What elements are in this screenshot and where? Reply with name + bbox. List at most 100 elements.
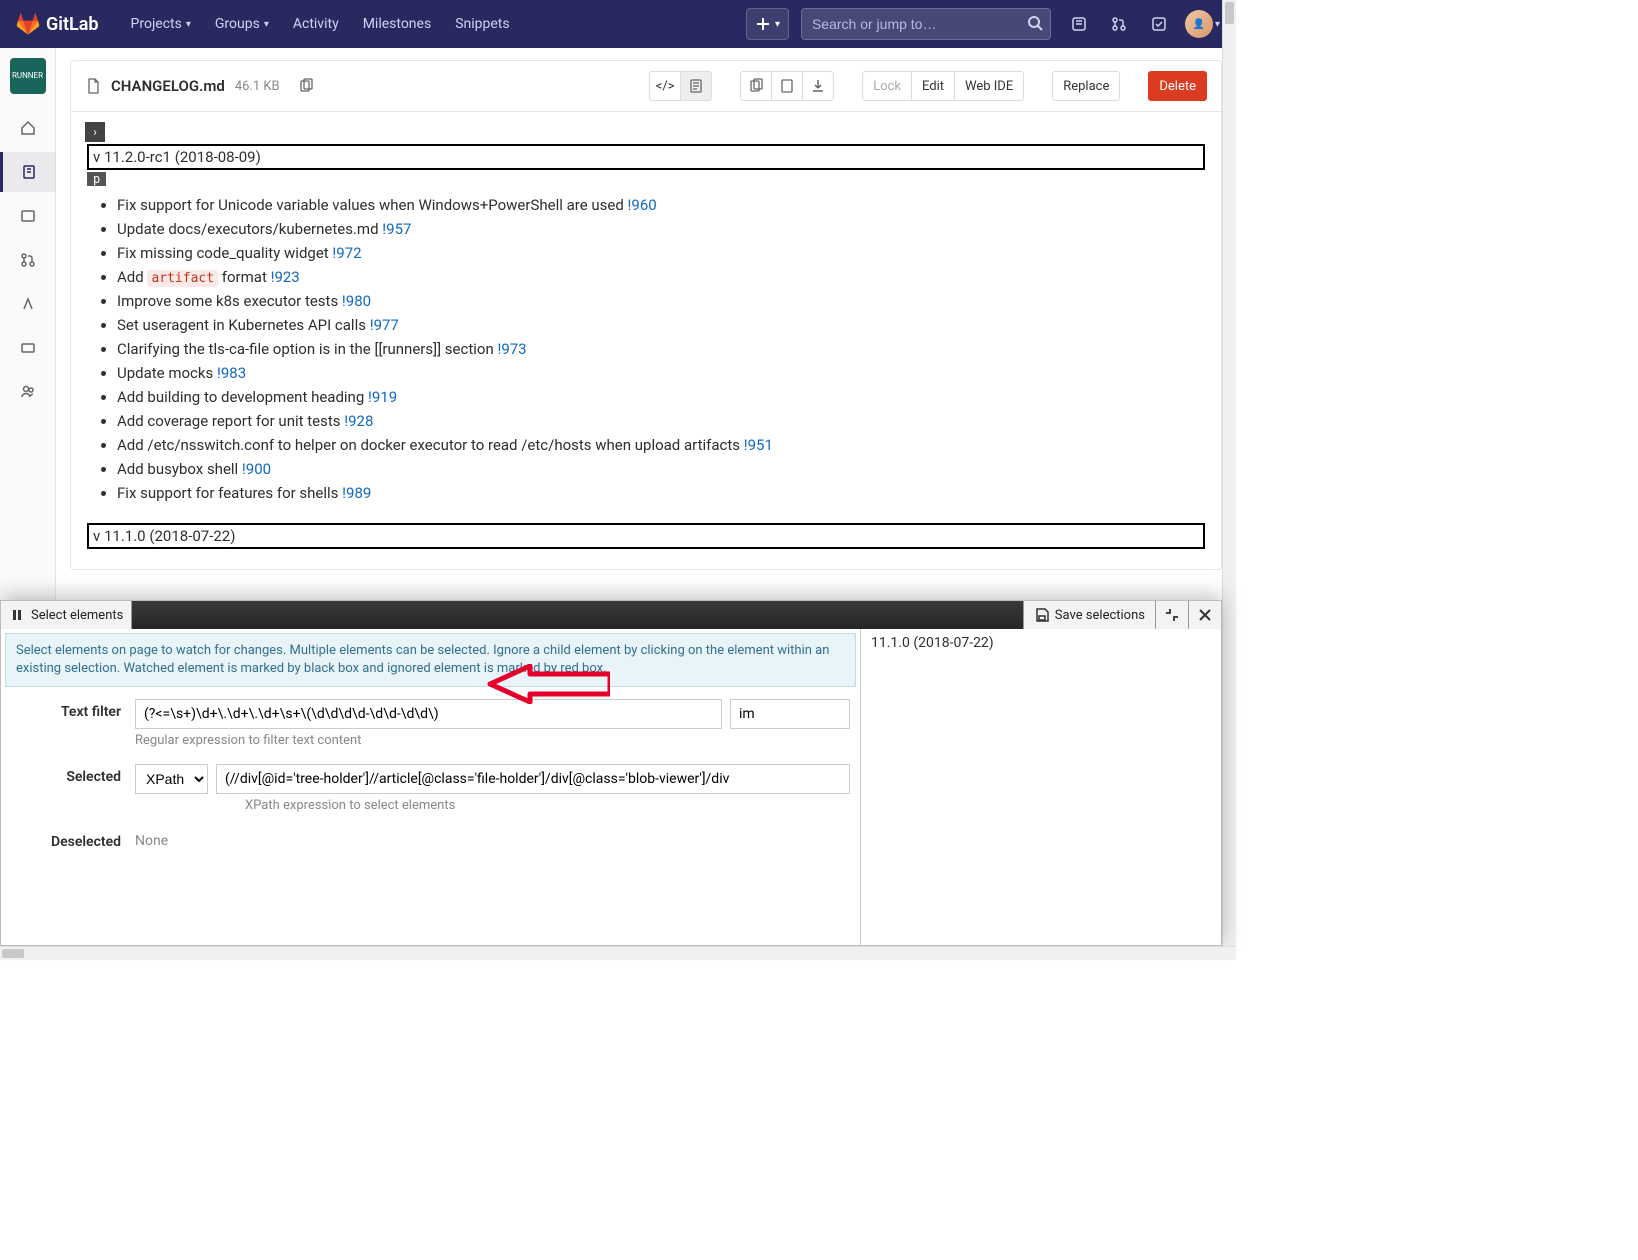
file-size: 46.1 KB [235,79,280,94]
download-button[interactable] [802,71,834,101]
preview-text: 11.1.0 (2018-07-22) [871,635,1211,651]
global-search[interactable] [801,8,1051,40]
horizontal-scrollbar[interactable] [0,946,1236,960]
text-filter-input[interactable] [135,699,722,729]
sidebar-item-repository[interactable] [0,152,56,192]
selector-value-input[interactable] [216,764,850,794]
main-content: CHANGELOG.md 46.1 KB </> Lock Edit Web I… [56,48,1236,600]
file-icon [85,78,101,94]
user-avatar[interactable]: 👤 [1185,10,1213,38]
top-navbar: GitLab Projects▾ Groups▾ Activity Milest… [0,0,1236,48]
select-elements-tab[interactable]: Select elements [1,601,132,629]
mr-link[interactable]: !900 [242,460,271,478]
nav-snippets[interactable]: Snippets [443,0,521,48]
text-filter-hint: Regular expression to filter text conten… [135,733,850,748]
search-icon [1027,15,1043,35]
changelog-item: Fix missing code_quality widget !972 [117,241,1205,265]
p-tag-badge: p [87,172,106,186]
gitlab-logo[interactable]: GitLab [16,12,99,36]
mr-link[interactable]: !928 [344,412,373,430]
nav-milestones[interactable]: Milestones [351,0,444,48]
lock-button[interactable]: Lock [862,71,912,101]
file-name: CHANGELOG.md [111,77,225,95]
project-avatar[interactable]: RUNNER [10,58,46,94]
view-mode-group: </> [649,71,712,101]
delete-button[interactable]: Delete [1148,71,1207,101]
sidebar-item-merge-requests[interactable] [0,240,56,280]
new-dropdown[interactable]: ▾ [746,8,789,40]
rendered-view-button[interactable] [680,71,712,101]
issues-icon[interactable] [1061,6,1097,42]
save-selections-button[interactable]: Save selections [1023,601,1155,629]
pause-icon [9,607,25,623]
sidebar-item-issues[interactable] [0,196,56,236]
chevron-right-icon: › [85,122,105,142]
brand-name: GitLab [46,14,99,35]
plus-icon [755,16,771,32]
nav-projects[interactable]: Projects▾ [119,0,203,48]
chevron-down-icon: ▾ [775,19,780,30]
changelog-list: Fix support for Unicode variable values … [117,193,1205,505]
source-view-button[interactable]: </> [649,71,681,101]
save-icon [1034,607,1050,623]
mr-link[interactable]: !960 [628,196,657,214]
file-action-group [740,71,834,101]
element-selector-panel: Select elements Save selections Select e… [0,600,1222,946]
selector-form: Select elements on page to watch for cha… [1,629,861,945]
todo-icon[interactable] [1141,6,1177,42]
help-text: Select elements on page to watch for cha… [5,633,856,687]
close-icon [1197,607,1213,623]
webide-button[interactable]: Web IDE [954,71,1024,101]
chevron-down-icon: ▾ [1215,19,1220,30]
mr-link[interactable]: !972 [332,244,361,262]
text-filter-label: Text filter [11,699,121,720]
minimize-button[interactable] [1155,601,1188,629]
chevron-down-icon: ▾ [264,19,269,30]
changelog-item: Add busybox shell !900 [117,457,1205,481]
copy-path-button[interactable] [290,71,322,101]
changelog-heading: v 11.1.0 (2018-07-22) [87,523,1205,549]
text-filter-flags-input[interactable] [730,699,850,729]
nav-groups[interactable]: Groups▾ [203,0,281,48]
mr-link[interactable]: !989 [342,484,371,502]
merge-request-icon[interactable] [1101,6,1137,42]
changelog-item: Set useragent in Kubernetes API calls !9… [117,313,1205,337]
changelog-item: Fix support for Unicode variable values … [117,193,1205,217]
replace-button[interactable]: Replace [1052,71,1120,101]
changelog-item: Add artifact format !923 [117,265,1205,289]
search-input[interactable] [801,8,1051,40]
mr-link[interactable]: !977 [370,316,399,334]
selected-label: Selected [11,764,121,785]
compress-icon [1164,607,1180,623]
nav-activity[interactable]: Activity [281,0,351,48]
sidebar-item-operations[interactable] [0,328,56,368]
changelog-item: Clarifying the tls-ca-file option is in … [117,337,1205,361]
sidebar-item-members[interactable] [0,372,56,412]
blob-viewer: › v 11.2.0-rc1 (2018-08-09) p Fix suppor… [71,112,1221,569]
chevron-down-icon: ▾ [186,19,191,30]
panel-toolbar: Select elements Save selections [1,601,1221,629]
mr-link[interactable]: !980 [342,292,371,310]
mr-link[interactable]: !957 [382,220,411,238]
deselected-value: None [135,829,850,853]
mr-link[interactable]: !923 [271,268,300,286]
selector-type-select[interactable]: XPath [135,764,208,794]
mr-link[interactable]: !919 [368,388,397,406]
close-panel-button[interactable] [1188,601,1221,629]
selection-preview: 11.1.0 (2018-07-22) [861,629,1221,945]
changelog-item: Add building to development heading !919 [117,385,1205,409]
gitlab-icon [16,12,40,36]
changelog-item: Improve some k8s executor tests !980 [117,289,1205,313]
changelog-item: Update mocks !983 [117,361,1205,385]
edit-button[interactable]: Edit [911,71,955,101]
raw-button[interactable] [771,71,803,101]
sidebar-item-overview[interactable] [0,108,56,148]
changelog-heading: v 11.2.0-rc1 (2018-08-09) [87,144,1205,170]
copy-button[interactable] [740,71,772,101]
mr-link[interactable]: !983 [217,364,246,382]
mr-link[interactable]: !973 [497,340,526,358]
file-header: CHANGELOG.md 46.1 KB </> Lock Edit Web I… [71,61,1221,112]
sidebar-item-cicd[interactable] [0,284,56,324]
mr-link[interactable]: !951 [744,436,773,454]
selector-hint: XPath expression to select elements [245,798,850,813]
